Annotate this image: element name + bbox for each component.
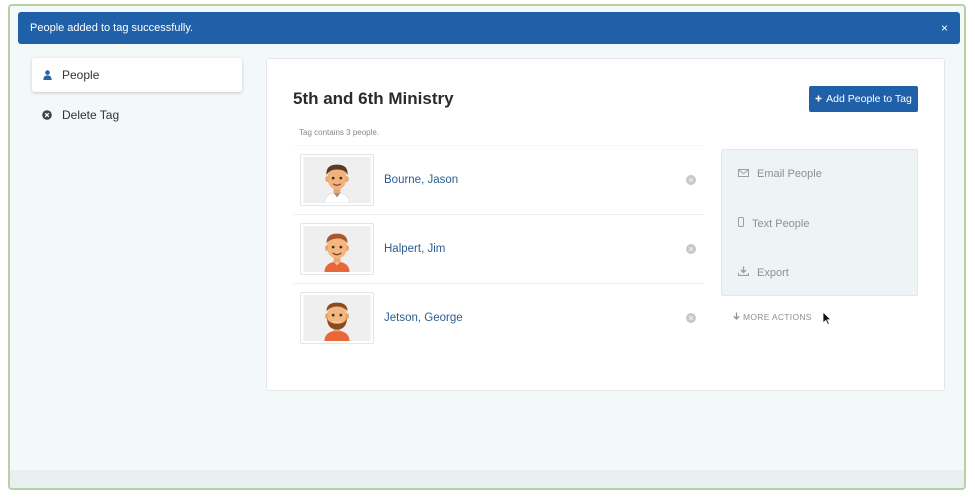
action-label: Email People	[757, 168, 822, 180]
avatar[interactable]	[300, 154, 374, 206]
email-people-action[interactable]: Email People	[738, 168, 822, 180]
close-icon[interactable]: ×	[941, 21, 948, 35]
remove-person-icon[interactable]	[686, 313, 696, 323]
mobile-phone-icon	[738, 217, 744, 230]
list-item: Halpert, Jim	[294, 214, 704, 283]
remove-person-icon[interactable]	[686, 244, 696, 254]
list-item: Jetson, George	[294, 283, 704, 352]
mouse-cursor-icon	[822, 311, 832, 325]
person-name-link[interactable]: Jetson, George	[384, 312, 463, 324]
footer-band	[10, 470, 964, 488]
avatar[interactable]	[300, 292, 374, 344]
app-frame: People added to tag successfully. × Peop…	[8, 4, 966, 490]
sidebar-item-people[interactable]: People	[32, 58, 242, 92]
actions-box: Email People Text People Export	[721, 149, 918, 296]
avatar-jason-icon	[303, 157, 371, 203]
person-name-link[interactable]: Halpert, Jim	[384, 243, 445, 255]
action-label: Text People	[752, 217, 810, 230]
arrow-down-icon	[733, 312, 740, 322]
more-actions-link[interactable]: MORE ACTIONS	[733, 312, 812, 322]
success-alert: People added to tag successfully. ×	[18, 12, 960, 44]
envelope-icon	[738, 168, 749, 180]
person-icon	[40, 70, 54, 80]
remove-person-icon[interactable]	[686, 175, 696, 185]
people-list: Bourne, Jason × Halpert, Jim × Jetson, G…	[294, 145, 704, 352]
add-people-to-tag-button[interactable]: Add People to Tag	[809, 86, 918, 112]
sidebar-item-delete-tag[interactable]: Delete Tag	[32, 98, 242, 132]
more-actions-label: MORE ACTIONS	[743, 312, 812, 322]
action-label: Export	[757, 266, 789, 279]
list-item: Bourne, Jason	[294, 145, 704, 214]
download-icon	[737, 266, 750, 279]
sidebar-item-label: Delete Tag	[62, 108, 120, 122]
add-button-label: Add People to Tag	[826, 93, 912, 105]
sidebar-item-label: People	[62, 68, 100, 82]
avatar-jim-icon	[303, 226, 371, 272]
sidebar: People Delete Tag	[32, 58, 242, 132]
plus-icon	[815, 93, 822, 105]
remove-circle-icon	[40, 110, 54, 120]
page-title: 5th and 6th Ministry	[293, 89, 454, 108]
avatar-george-icon	[303, 295, 371, 341]
text-people-action[interactable]: Text People	[738, 217, 809, 230]
tag-count-text: Tag contains 3 people.	[299, 128, 380, 137]
export-action[interactable]: Export	[737, 266, 789, 279]
person-name-link[interactable]: Bourne, Jason	[384, 174, 458, 186]
avatar[interactable]	[300, 223, 374, 275]
alert-message: People added to tag successfully.	[30, 22, 194, 34]
tag-panel: 5th and 6th Ministry Add People to Tag T…	[266, 58, 945, 391]
